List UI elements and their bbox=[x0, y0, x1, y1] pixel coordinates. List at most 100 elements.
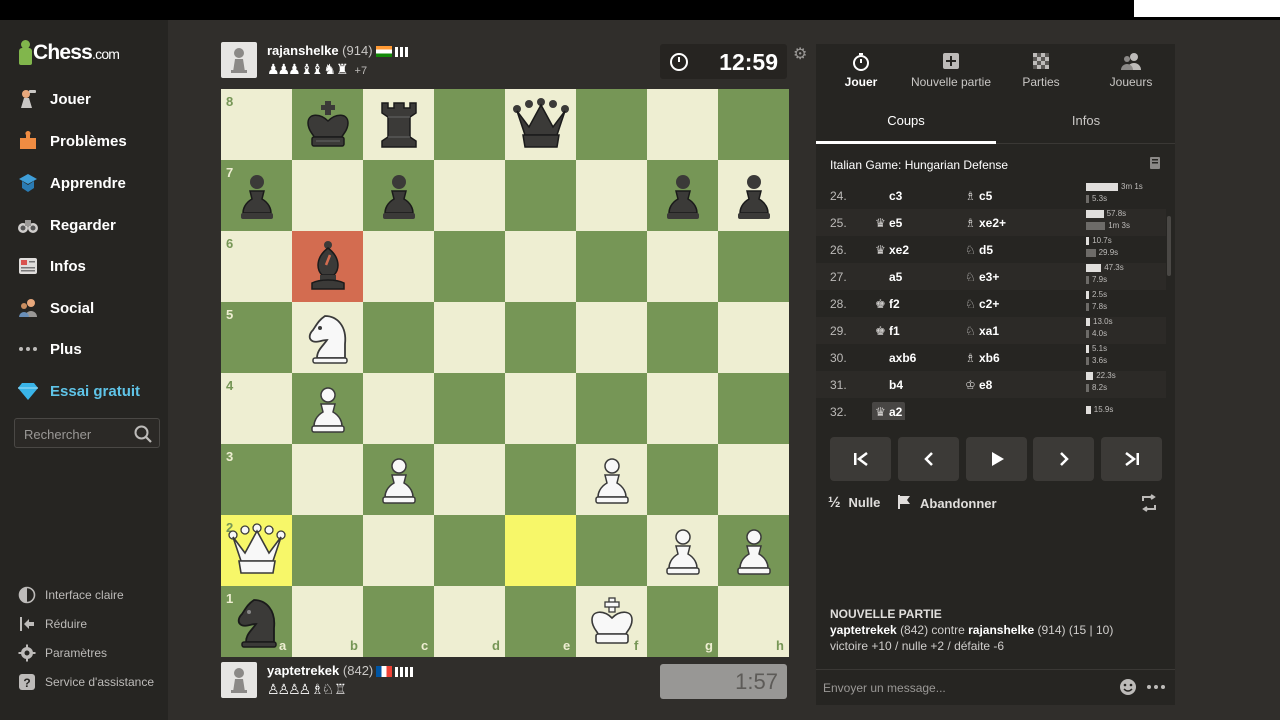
white-pawn-piece[interactable] bbox=[718, 515, 789, 586]
opening-name[interactable]: Italian Game: Hungarian Defense bbox=[830, 158, 1008, 172]
tab-jouer[interactable]: Jouer bbox=[816, 44, 906, 98]
sidebar-reduire[interactable]: Réduire bbox=[17, 613, 87, 635]
square-d6[interactable] bbox=[434, 231, 505, 302]
chess-board[interactable]: 8 7 6 5 4 3 2 1 a b c d e f g h bbox=[221, 89, 789, 657]
black-pawn-piece[interactable] bbox=[221, 160, 292, 231]
black-move[interactable]: ♘ c2+ bbox=[962, 294, 1002, 314]
white-pawn-piece[interactable] bbox=[647, 515, 718, 586]
white-move[interactable]: c3 bbox=[872, 186, 905, 206]
white-pawn-piece[interactable] bbox=[292, 373, 363, 444]
square-e7[interactable] bbox=[505, 160, 576, 231]
white-move[interactable]: ♛ xe2 bbox=[872, 240, 912, 260]
emoji-icon[interactable] bbox=[1119, 678, 1137, 701]
resign-button[interactable]: Abandonner bbox=[896, 494, 997, 513]
move-list-scrollbar[interactable] bbox=[1167, 216, 1171, 276]
black-pawn-piece[interactable] bbox=[363, 160, 434, 231]
sidebar-service-assistance[interactable]: ? Service d'assistance bbox=[17, 671, 154, 693]
white-move[interactable]: axb6 bbox=[872, 348, 919, 368]
black-queen-piece[interactable] bbox=[505, 89, 576, 160]
black-move[interactable]: ♗ xe2+ bbox=[962, 213, 1009, 233]
sidebar-item-regarder[interactable]: Regarder bbox=[16, 210, 116, 240]
first-move-button[interactable] bbox=[830, 437, 891, 481]
black-move[interactable]: ♘ e3+ bbox=[962, 267, 1002, 287]
matchup-white-name[interactable]: yaptetrekek bbox=[830, 623, 897, 637]
square-e4[interactable] bbox=[505, 373, 576, 444]
play-button[interactable] bbox=[966, 437, 1027, 481]
sidebar-item-jouer[interactable]: Jouer bbox=[16, 84, 91, 114]
square-h4[interactable] bbox=[718, 373, 789, 444]
square-g4[interactable] bbox=[647, 373, 718, 444]
top-player-name[interactable]: rajanshelke bbox=[267, 43, 339, 58]
avatar[interactable] bbox=[221, 42, 257, 78]
black-rook-piece[interactable] bbox=[363, 89, 434, 160]
matchup-black-name[interactable]: rajanshelke bbox=[968, 623, 1034, 637]
square-h8[interactable] bbox=[718, 89, 789, 160]
search-icon[interactable] bbox=[133, 424, 153, 444]
flip-board-button[interactable] bbox=[1140, 494, 1158, 515]
square-h6[interactable] bbox=[718, 231, 789, 302]
white-pawn-piece[interactable] bbox=[576, 444, 647, 515]
white-move[interactable]: ♛ e5 bbox=[872, 213, 905, 233]
white-pawn-piece[interactable] bbox=[363, 444, 434, 515]
square-f6[interactable] bbox=[576, 231, 647, 302]
sidebar-item-apprendre[interactable]: Apprendre bbox=[16, 168, 126, 198]
square-f2[interactable] bbox=[576, 515, 647, 586]
square-d3[interactable] bbox=[434, 444, 505, 515]
white-move[interactable]: ♚ f1 bbox=[872, 321, 903, 341]
square-g8[interactable] bbox=[647, 89, 718, 160]
square-f5[interactable] bbox=[576, 302, 647, 373]
black-move[interactable]: ♘ xa1 bbox=[962, 321, 1002, 341]
square-d2[interactable] bbox=[434, 515, 505, 586]
black-king-piece[interactable] bbox=[292, 89, 363, 160]
tab-coups[interactable]: Coups bbox=[816, 98, 996, 144]
black-move[interactable]: ♗ c5 bbox=[962, 186, 995, 206]
tab-infos[interactable]: Infos bbox=[996, 98, 1176, 144]
square-f7[interactable] bbox=[576, 160, 647, 231]
black-move[interactable]: ♗ xb6 bbox=[962, 348, 1003, 368]
white-king-piece[interactable] bbox=[576, 586, 647, 657]
square-b2[interactable] bbox=[292, 515, 363, 586]
square-e3[interactable] bbox=[505, 444, 576, 515]
sidebar-interface-claire[interactable]: Interface claire bbox=[17, 584, 124, 606]
square-e2-highlighted[interactable] bbox=[505, 515, 576, 586]
square-g3[interactable] bbox=[647, 444, 718, 515]
chat-message-input[interactable] bbox=[823, 678, 1103, 698]
sidebar-item-problemes[interactable]: Problèmes bbox=[16, 126, 127, 156]
bottom-player-name[interactable]: yaptetrekek bbox=[267, 663, 339, 678]
square-c5[interactable] bbox=[363, 302, 434, 373]
avatar[interactable] bbox=[221, 662, 257, 698]
white-move[interactable]: ♛ a2 bbox=[872, 402, 906, 420]
square-d4[interactable] bbox=[434, 373, 505, 444]
more-options-icon[interactable] bbox=[1146, 678, 1166, 701]
white-knight-piece[interactable] bbox=[292, 302, 363, 373]
sidebar-item-social[interactable]: Social bbox=[16, 293, 94, 323]
square-g6[interactable] bbox=[647, 231, 718, 302]
tab-joueurs[interactable]: Joueurs bbox=[1086, 44, 1176, 98]
white-move[interactable]: b4 bbox=[872, 375, 906, 395]
tab-nouvelle-partie[interactable]: Nouvelle partie bbox=[906, 44, 996, 98]
black-knight-piece[interactable] bbox=[221, 586, 292, 657]
white-move[interactable]: ♚ f2 bbox=[872, 294, 903, 314]
sidebar-parametres[interactable]: Paramètres bbox=[17, 642, 107, 664]
next-move-button[interactable] bbox=[1033, 437, 1094, 481]
search-input[interactable] bbox=[24, 425, 134, 443]
square-h3[interactable] bbox=[718, 444, 789, 515]
square-c4[interactable] bbox=[363, 373, 434, 444]
square-b7[interactable] bbox=[292, 160, 363, 231]
square-g5[interactable] bbox=[647, 302, 718, 373]
black-pawn-piece[interactable] bbox=[718, 160, 789, 231]
white-queen-piece[interactable] bbox=[221, 515, 292, 586]
sidebar-item-infos[interactable]: Infos bbox=[16, 251, 86, 281]
black-bishop-piece[interactable] bbox=[292, 231, 363, 302]
square-h5[interactable] bbox=[718, 302, 789, 373]
black-pawn-piece[interactable] bbox=[647, 160, 718, 231]
square-b3[interactable] bbox=[292, 444, 363, 515]
chess-com-logo[interactable]: Chess.com bbox=[18, 40, 120, 66]
white-move[interactable]: a5 bbox=[872, 267, 905, 287]
board-settings-gear-icon[interactable]: ⚙ bbox=[793, 44, 807, 64]
square-c2[interactable] bbox=[363, 515, 434, 586]
square-f4[interactable] bbox=[576, 373, 647, 444]
last-move-button[interactable] bbox=[1101, 437, 1162, 481]
black-move[interactable]: ♘ d5 bbox=[962, 240, 996, 260]
square-c6[interactable] bbox=[363, 231, 434, 302]
